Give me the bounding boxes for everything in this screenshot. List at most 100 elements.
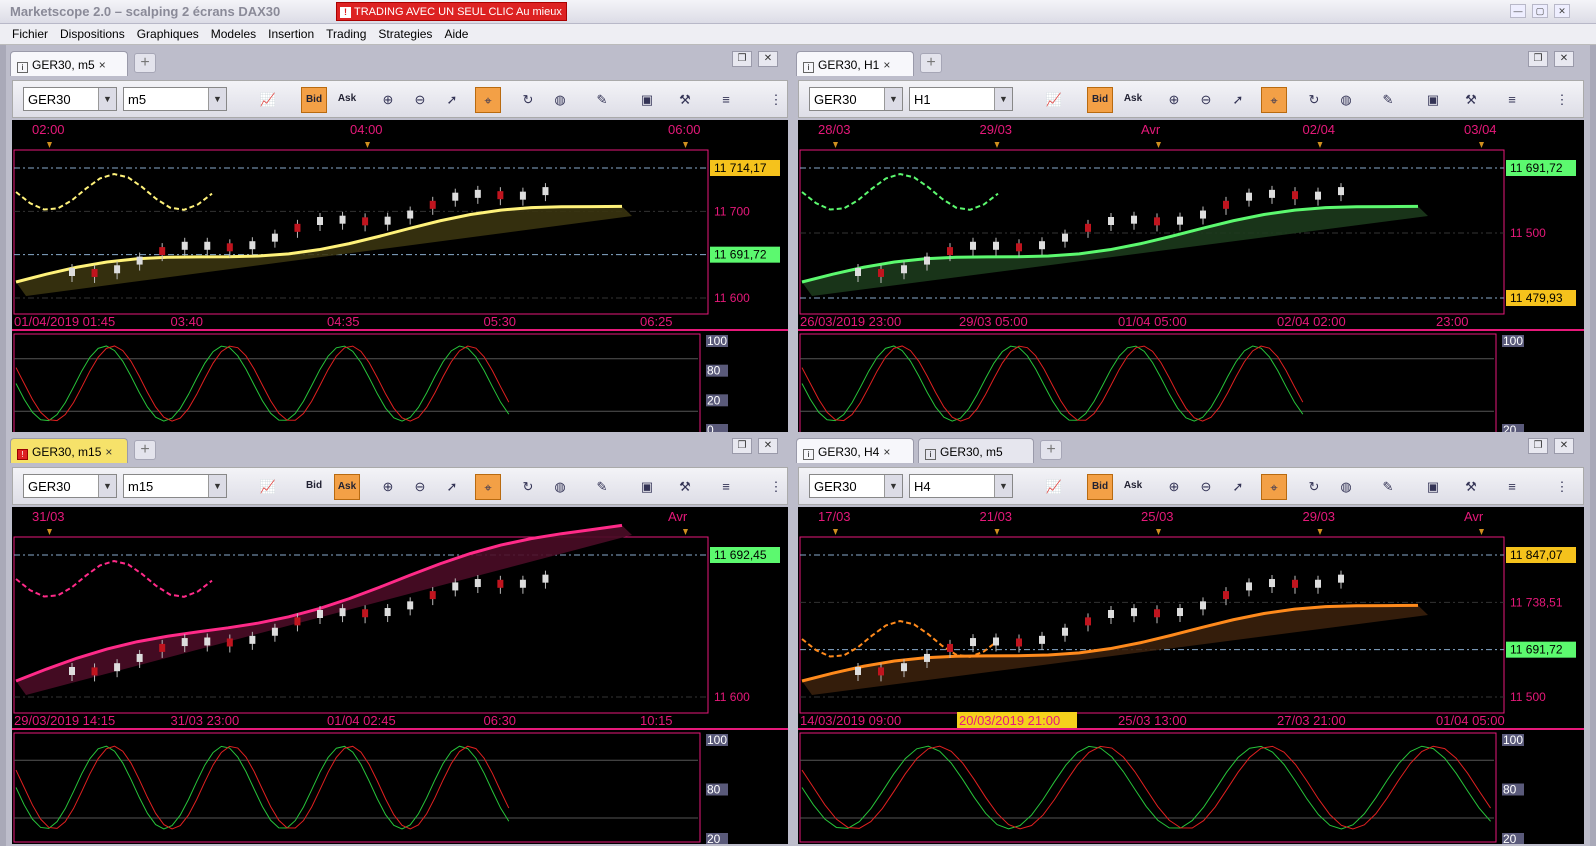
crosshair-icon[interactable]: ⌖ [1261,474,1287,500]
one-click-trading-banner[interactable]: ! TRADING AVEC UN SEUL CLIC Au mieux [336,2,567,21]
crosshair-icon[interactable]: ⌖ [475,474,501,500]
price-chart[interactable]: 31/03 Avr 29/03/2019 14:15 31/03 23:00 01/04… [12,507,788,844]
add-tab-button[interactable]: + [1040,440,1062,460]
add-tab-button[interactable]: + [134,440,156,460]
timeframe-select[interactable]: H1 ▼ [909,87,1013,111]
chevron-down-icon[interactable]: ▼ [884,475,902,497]
timeframe-select[interactable]: m5 ▼ [123,87,227,111]
more-icon[interactable]: ⋮ [763,87,789,113]
chevron-down-icon[interactable]: ▼ [994,88,1012,110]
chevron-down-icon[interactable]: ▼ [98,475,116,497]
zoom-in-icon[interactable]: ⊕ [375,474,401,500]
price-chart[interactable]: 17/03 21/03 25/03 29/03 Avr 14/03/2019 09:00 2… [798,507,1584,844]
close-window-button[interactable]: ✕ [1554,4,1570,18]
restore-panel-button[interactable]: ❐ [1528,51,1548,67]
zoom-in-icon[interactable]: ⊕ [1161,87,1187,113]
close-tab-icon[interactable]: × [99,58,106,72]
menu-modeles[interactable]: Modeles [205,24,262,41]
chart-tab[interactable]: i GER30, m5 × [10,51,128,76]
restore-panel-button[interactable]: ❐ [732,51,752,67]
chevron-down-icon[interactable]: ▼ [208,475,226,497]
timeframe-select[interactable]: m15 ▼ [123,474,227,498]
picture-icon[interactable]: ▣ [1420,87,1446,113]
zoom-out-icon[interactable]: ⊖ [1193,474,1219,500]
bid-button[interactable]: Bid [301,87,327,113]
ruler-icon[interactable]: ✎ [1375,87,1401,113]
crosshair-icon[interactable]: ⌖ [475,87,501,113]
picture-icon[interactable]: ▣ [1420,474,1446,500]
chart-area[interactable]: 28/03 29/03 Avr 02/04 03/04 26/03/2019 23:00 2… [798,120,1584,435]
ruler-icon[interactable]: ✎ [1375,474,1401,500]
menu-aide[interactable]: Aide [438,24,474,41]
refresh-icon[interactable]: ↻ [515,87,541,113]
globe-icon[interactable]: ◍ [1333,87,1359,113]
list-icon[interactable]: ≡ [1499,87,1525,113]
list-icon[interactable]: ≡ [713,87,739,113]
zoom-out-icon[interactable]: ⊖ [407,87,433,113]
bid-button[interactable]: Bid [1087,87,1113,113]
close-tab-icon[interactable]: × [883,445,890,459]
bid-button[interactable]: Bid [301,474,327,500]
chart-tab[interactable]: i GER30, m5 [918,438,1034,463]
close-panel-button[interactable]: ✕ [1554,438,1574,454]
instrument-select[interactable]: GER30 ▼ [23,474,117,498]
crosshair-icon[interactable]: ⌖ [1261,87,1287,113]
zoom-out-icon[interactable]: ⊖ [407,474,433,500]
ruler-icon[interactable]: ✎ [589,474,615,500]
ask-button[interactable]: Ask [1120,474,1146,500]
chart-type-icon[interactable]: 📈 [1041,87,1067,113]
close-tab-icon[interactable]: × [105,445,112,459]
close-panel-button[interactable]: ✕ [1554,51,1574,67]
chart-tab[interactable]: i GER30, H4 × [796,438,914,463]
instrument-select[interactable]: GER30 ▼ [809,474,903,498]
add-tab-button[interactable]: + [920,53,942,73]
menu-insertion[interactable]: Insertion [262,24,320,41]
cursor-icon[interactable]: ➚ [439,474,465,500]
close-panel-button[interactable]: ✕ [758,51,778,67]
close-tab-icon[interactable]: × [883,58,890,72]
refresh-icon[interactable]: ↻ [1301,474,1327,500]
cursor-icon[interactable]: ➚ [439,87,465,113]
menu-strategies[interactable]: Strategies [372,24,438,41]
chart-area[interactable]: 17/03 21/03 25/03 29/03 Avr 14/03/2019 09:00 2… [798,507,1584,844]
chevron-down-icon[interactable]: ▼ [994,475,1012,497]
list-icon[interactable]: ≡ [713,474,739,500]
tools-icon[interactable]: ⚒ [1458,474,1484,500]
list-icon[interactable]: ≡ [1499,474,1525,500]
restore-panel-button[interactable]: ❐ [732,438,752,454]
chart-tab[interactable]: i GER30, H1 × [796,51,914,76]
chevron-down-icon[interactable]: ▼ [98,88,116,110]
ask-button[interactable]: Ask [1120,87,1146,113]
ruler-icon[interactable]: ✎ [589,87,615,113]
refresh-icon[interactable]: ↻ [1301,87,1327,113]
globe-icon[interactable]: ◍ [547,474,573,500]
picture-icon[interactable]: ▣ [634,87,660,113]
menu-fichier[interactable]: Fichier [6,24,54,41]
chart-area[interactable]: 02:00 04:00 06:00 01/04/2019 01:45 03:40 04:3… [12,120,788,435]
price-chart[interactable]: 02:00 04:00 06:00 01/04/2019 01:45 03:40 04:3… [12,120,788,435]
globe-icon[interactable]: ◍ [547,87,573,113]
chart-type-icon[interactable]: 📈 [255,474,281,500]
cursor-icon[interactable]: ➚ [1225,87,1251,113]
tools-icon[interactable]: ⚒ [672,87,698,113]
price-chart[interactable]: 28/03 29/03 Avr 02/04 03/04 26/03/2019 23:00 2… [798,120,1584,435]
more-icon[interactable]: ⋮ [1549,474,1575,500]
refresh-icon[interactable]: ↻ [515,474,541,500]
tools-icon[interactable]: ⚒ [672,474,698,500]
chart-type-icon[interactable]: 📈 [1041,474,1067,500]
more-icon[interactable]: ⋮ [1549,87,1575,113]
minimize-window-button[interactable]: — [1510,4,1526,18]
restore-panel-button[interactable]: ❐ [1528,438,1548,454]
chevron-down-icon[interactable]: ▼ [884,88,902,110]
zoom-in-icon[interactable]: ⊕ [375,87,401,113]
ask-button[interactable]: Ask [334,474,360,500]
menu-trading[interactable]: Trading [320,24,372,41]
more-icon[interactable]: ⋮ [763,474,789,500]
zoom-out-icon[interactable]: ⊖ [1193,87,1219,113]
chevron-down-icon[interactable]: ▼ [208,88,226,110]
timeframe-select[interactable]: H4 ▼ [909,474,1013,498]
menu-dispositions[interactable]: Dispositions [54,24,131,41]
menu-graphiques[interactable]: Graphiques [131,24,205,41]
maximize-window-button[interactable]: ▢ [1532,4,1548,18]
instrument-select[interactable]: GER30 ▼ [809,87,903,111]
